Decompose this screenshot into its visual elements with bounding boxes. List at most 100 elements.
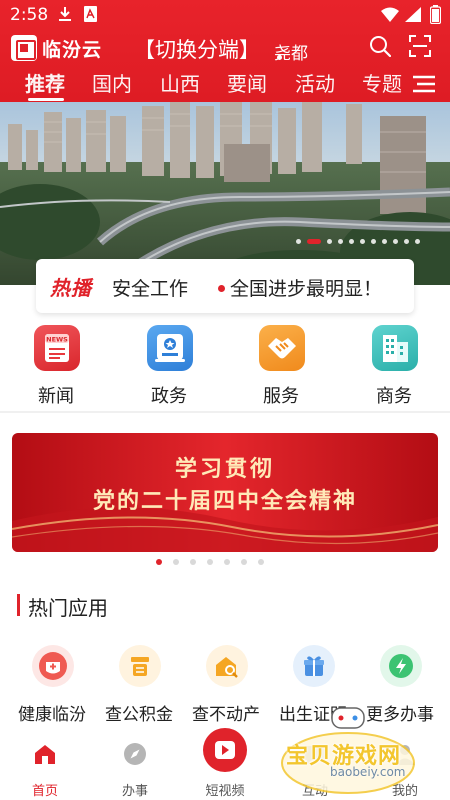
quick-entry-label: 商务 [376,386,412,407]
banner-city-image [0,102,450,285]
section-divider [0,411,450,413]
section-title: 热门应用 [28,596,108,620]
tab-events[interactable]: 活动 [295,68,335,97]
promo-pagination [156,558,275,566]
user-icon [395,745,415,765]
banner-dot[interactable] [404,238,409,244]
banner-carousel[interactable] [0,102,450,285]
hot-item[interactable]: 全国进步最明显！ [230,274,382,301]
tab-headlines[interactable]: 要闻 [227,68,267,97]
gift-icon [293,645,335,687]
tab-topics[interactable]: 专题 [362,68,402,97]
promo-dot[interactable] [207,559,213,565]
status-time: 2:58 [10,5,49,25]
app-health[interactable]: 健康临汾 [7,645,97,725]
svg-text:NEWS: NEWS [46,336,68,344]
nav-interaction[interactable]: 互动 [270,728,360,800]
handshake-icon [259,325,305,371]
tab-shanxi[interactable]: 山西 [160,68,200,97]
app-logo: 临汾云 [11,34,103,62]
search-icon[interactable] [369,35,391,57]
app-label: 查不动产 [192,705,260,725]
nav-label: 互动 [301,784,328,799]
status-bar: 2:58 [0,0,450,30]
hot-news-ticker[interactable]: 热播 安全工作 全国进步最明显！ [36,259,414,313]
header: 2:58 临汾云 【切换分端】 尧都 推荐 国内 山西 要闻 活动 专题 [0,0,450,102]
banner-dot[interactable] [382,238,387,244]
banner-dot[interactable] [415,238,420,244]
logo-mark-icon [11,35,37,61]
nav-short-video[interactable]: 短视频 [180,728,270,800]
play-icon [203,728,247,772]
promo-dot[interactable] [173,559,179,565]
banner-dot-active[interactable] [307,238,321,244]
quick-entry-label: 服务 [263,386,299,407]
nav-home[interactable]: 首页 [0,728,90,800]
compass-icon [124,743,146,765]
channel-tabs: 推荐 国内 山西 要闻 活动 专题 [0,66,450,102]
banner-dot[interactable] [371,238,376,244]
nav-label: 首页 [31,784,58,799]
section-accent-bar [17,594,20,616]
banner-dot[interactable] [393,238,398,244]
nav-profile[interactable]: 我的 [360,728,450,800]
app-label: 查公积金 [105,705,173,725]
banner-dot[interactable] [349,238,354,244]
banner-dot[interactable] [360,238,365,244]
tab-domestic[interactable]: 国内 [92,68,132,97]
app-more-services[interactable]: 更多办事 [355,645,445,725]
tab-recommend[interactable]: 推荐 [25,68,65,97]
bottom-navigation: 首页 办事 短视频 互动 我的 [0,728,450,800]
home-icon [35,745,55,764]
news-icon: NEWS [34,325,80,371]
quick-entry-news[interactable]: NEWS 新闻 [11,325,101,407]
screen: 2:58 临汾云 【切换分端】 尧都 推荐 国内 山西 要闻 活动 专题 热播 … [0,0,450,800]
battery-icon [430,5,441,24]
switch-branch-button[interactable]: 【切换分端】 [134,34,260,64]
app-label: 出生证明 [279,705,347,725]
property-icon [206,645,248,687]
app-property[interactable]: 查不动产 [181,645,271,725]
menu-icon[interactable] [413,75,435,93]
nav-services[interactable]: 办事 [90,728,180,800]
quick-entry-service[interactable]: 服务 [236,325,326,407]
city-selector[interactable]: 尧都 [274,39,308,64]
quick-entry-business[interactable]: 商务 [349,325,439,407]
quick-entry-label: 政务 [151,386,187,407]
banner-pagination [296,237,426,245]
gov-badge-icon [147,325,193,371]
promo-dot[interactable] [190,559,196,565]
pdf-icon [84,6,97,22]
download-icon [59,7,71,21]
app-birth-certificate[interactable]: 出生证明 [268,645,358,725]
hot-badge: 热播 [50,276,92,300]
nav-label: 我的 [391,784,418,799]
bullet-dot [218,285,225,292]
building-icon [372,325,418,371]
nav-label: 短视频 [205,784,245,799]
nav-label: 办事 [121,784,148,799]
app-housing-fund[interactable]: 查公积金 [94,645,184,725]
fund-icon [119,645,161,687]
chat-icon [305,746,325,764]
banner-dot[interactable] [338,238,343,244]
promo-line-2: 党的二十届四中全会精神 [92,489,357,514]
app-label: 健康临汾 [18,705,86,725]
quick-entry-government[interactable]: 政务 [124,325,214,407]
app-label: 更多办事 [366,705,434,725]
quick-entry-label: 新闻 [38,386,74,407]
signal-icon [405,7,421,22]
hot-item[interactable]: 安全工作 [112,274,188,301]
promo-dot[interactable] [241,559,247,565]
banner-dot[interactable] [296,238,301,244]
wifi-icon [381,7,399,22]
app-bar: 临汾云 【切换分端】 尧都 [0,30,450,66]
banner-dot[interactable] [327,238,332,244]
active-tab-indicator [28,98,64,101]
scan-icon[interactable] [409,35,431,57]
promo-dot-active[interactable] [156,559,162,565]
promo-dot[interactable] [224,559,230,565]
promo-banner[interactable]: 学习贯彻 党的二十届四中全会精神 [12,433,438,552]
promo-dot[interactable] [258,559,264,565]
health-icon [32,645,74,687]
